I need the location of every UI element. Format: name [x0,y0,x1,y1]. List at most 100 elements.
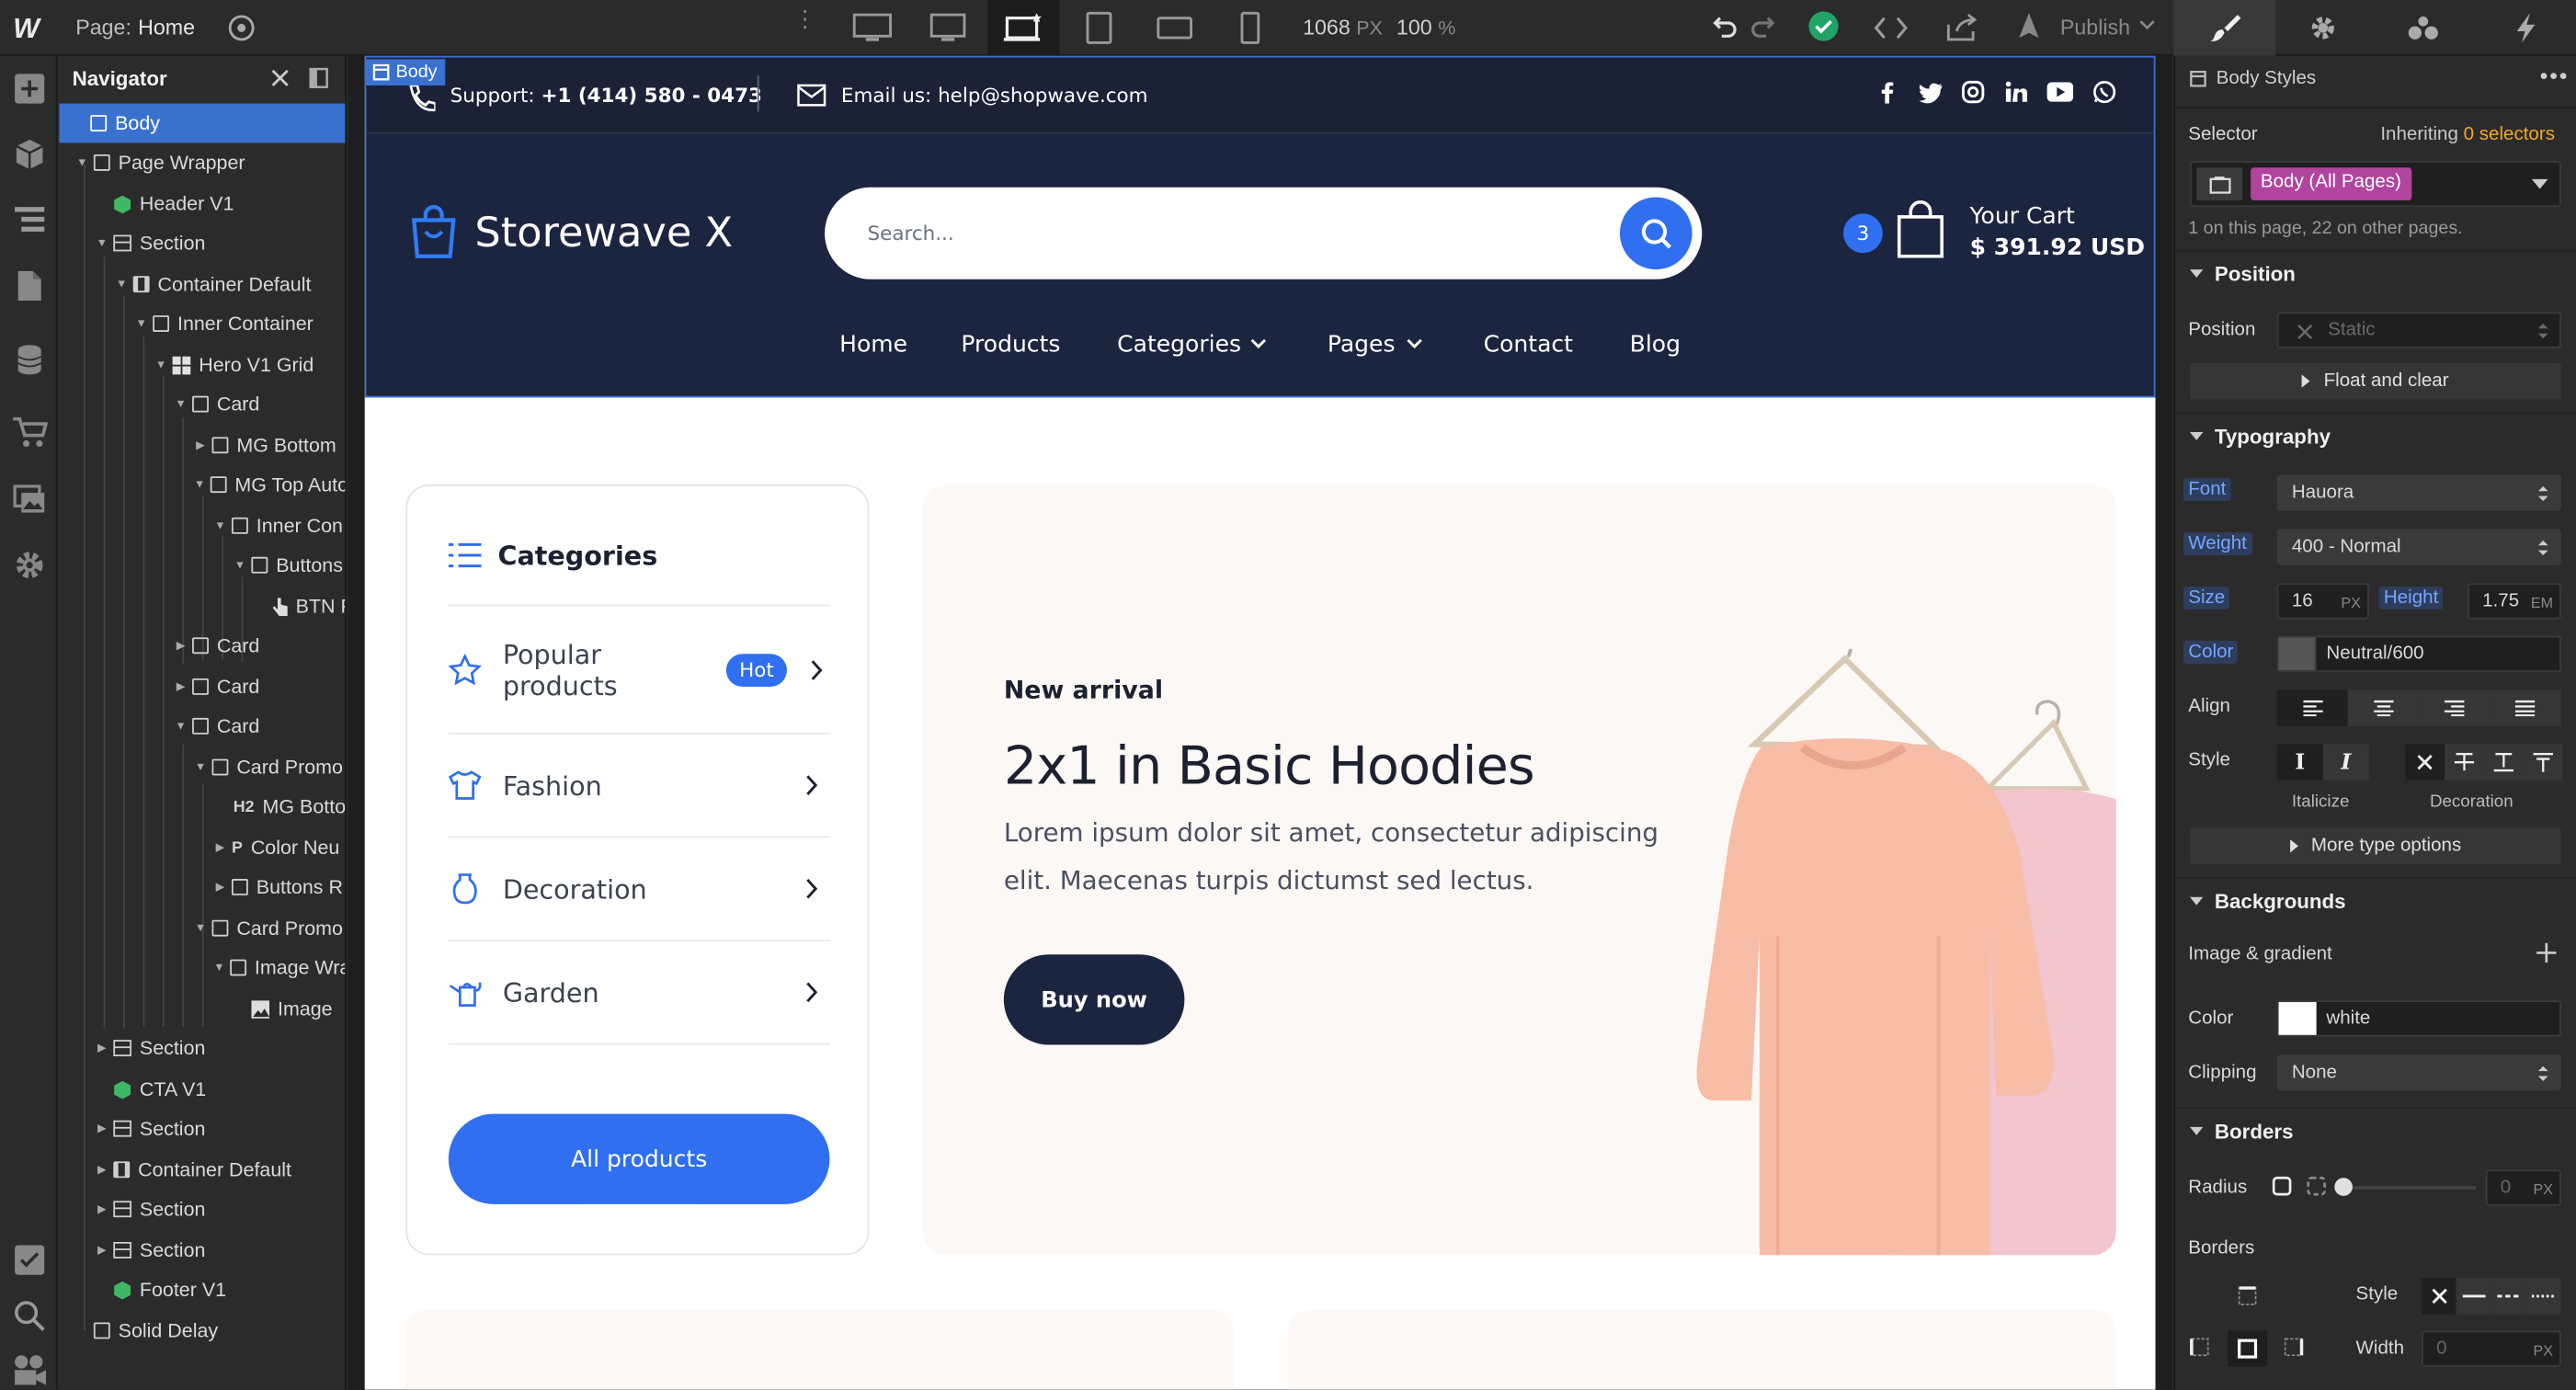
nav-item-mg-top-auto[interactable]: ▼ MG Top Auto [59,465,345,505]
border-left-icon[interactable] [2190,1338,2209,1357]
search-button[interactable] [1619,197,1693,270]
youtube-icon[interactable] [2046,82,2074,102]
nav-item-header-v1[interactable]: Header V1 [59,184,345,223]
selector-chip[interactable]: Body (All Pages) [2251,167,2411,201]
page-body[interactable]: Support: +1 (414) 580 - 0473 Email us: h… [364,55,2156,1390]
border-width-input[interactable]: 0 PX [2422,1330,2561,1367]
decoration-none-icon[interactable] [2405,744,2445,780]
bg-color-swatch[interactable] [2278,1002,2317,1035]
align-left-icon[interactable] [2276,689,2348,726]
settings-tab-gear-icon[interactable] [2307,12,2340,45]
linkedin-icon[interactable] [2004,81,2028,104]
nav-item-section-5[interactable]: ▶ Section [59,1230,345,1270]
nav-item-section-4[interactable]: ▶ Section [59,1190,345,1229]
interactions-tab-drops-icon[interactable] [2407,12,2440,45]
color-swatch[interactable] [2278,637,2317,671]
border-solid-icon[interactable] [2456,1278,2491,1315]
italic-on-icon[interactable]: I [2322,744,2369,780]
code-icon[interactable] [1873,13,1909,42]
add-panel-plus-icon[interactable] [10,69,50,108]
nav-home[interactable]: Home [839,332,907,359]
nav-item-buttons-r[interactable]: ▶ Buttons R [59,868,345,907]
desktop-l-icon[interactable] [912,0,985,56]
nav-item-container-default[interactable]: ▼ Container Default [59,265,345,304]
webflow-logo[interactable]: W [13,13,40,46]
support-phone[interactable]: +1 (414) 580 - 0473 [541,84,761,107]
nav-item-body[interactable]: Body [59,103,346,143]
twitter-icon[interactable] [1919,81,1943,104]
border-top-icon[interactable] [2238,1286,2257,1305]
cart-bag-icon[interactable] [1896,199,1945,258]
radius-input[interactable]: 0 PX [2485,1169,2561,1206]
shopping-bag-logo-icon[interactable] [409,204,459,260]
redo-icon[interactable] [1750,13,1779,42]
category-fashion[interactable]: Fashion [448,735,830,838]
nav-item-buttons[interactable]: ▼ Buttons [59,545,345,585]
nav-item-card[interactable]: ▼ Card [59,384,345,424]
nav-item-section[interactable]: ▼ Section [59,223,345,263]
strikethrough-icon[interactable] [2445,744,2484,780]
nav-item-section-3[interactable]: ▶ Section [59,1109,345,1148]
border-all-icon[interactable] [2228,1330,2268,1367]
border-dotted-icon[interactable] [2525,1278,2561,1315]
more-dots-icon[interactable]: ⋮ [793,6,816,29]
selector-style-icon[interactable] [2196,167,2243,201]
border-dashed-icon[interactable] [2491,1278,2525,1315]
nav-item-solid-delay[interactable]: Solid Delay [59,1311,345,1350]
nav-item-btn-p[interactable]: BTN P [59,587,345,626]
nav-item-inner-con[interactable]: ▼ Inner Con [59,506,345,545]
font-select[interactable]: Hauora [2276,474,2561,511]
nav-products[interactable]: Products [961,332,1060,359]
radius-slider-track[interactable] [2337,1186,2476,1190]
navigator-layers-icon[interactable] [10,200,50,240]
inheriting-info[interactable]: Inheriting 0 selectors [2380,125,2555,144]
ecommerce-cart-icon[interactable] [10,413,50,452]
nav-item-page-wrapper[interactable]: ▼ Page Wrapper [59,142,345,182]
align-center-icon[interactable] [2347,689,2419,726]
category-decoration[interactable]: Decoration [448,837,830,941]
size-input[interactable]: 16 PX [2276,583,2369,620]
position-section-header[interactable]: Position [2174,249,2576,296]
buy-now-button[interactable]: Buy now [1003,954,1185,1045]
nav-item-card-4[interactable]: ▼ Card [59,706,345,746]
backgrounds-section-header[interactable]: Backgrounds [2174,877,2576,923]
category-popular-products[interactable]: Popular products Hot [448,606,830,735]
border-style-none-icon[interactable] [2422,1278,2456,1315]
nav-item-mg-bottom-h2[interactable]: H2 MG Bottom [59,787,346,826]
search-input[interactable]: Search... [868,222,954,245]
nav-item-card-3[interactable]: ▶ Card [59,667,345,707]
pages-icon[interactable] [10,266,50,305]
float-clear-button[interactable]: Float and clear [2190,362,2561,400]
all-products-button[interactable]: All products [448,1113,830,1204]
selector-dropdown-icon[interactable] [2531,178,2548,189]
category-garden[interactable]: Garden [448,941,830,1045]
align-justify-icon[interactable] [2489,689,2561,726]
nav-item-cta-v1[interactable]: CTA V1 [59,1069,345,1109]
clipping-select[interactable]: None [2276,1054,2561,1091]
assets-images-icon[interactable] [10,480,50,519]
italic-off-icon[interactable]: I [2276,744,2323,780]
mobile-landscape-icon[interactable] [1138,0,1211,56]
desktop-xl-icon[interactable] [837,0,909,56]
navigator-close-icon[interactable] [271,69,290,87]
underline-icon[interactable] [2483,744,2524,780]
line-height-input[interactable]: 1.75 EM [2468,583,2561,620]
selector-field[interactable]: Body (All Pages) [2190,161,2561,208]
lightning-tab-icon[interactable] [2513,12,2540,45]
facebook-icon[interactable] [1876,81,1899,104]
email-value[interactable]: help@shopwave.com [938,84,1147,107]
style-tab-brush-icon[interactable] [2173,0,2275,56]
publish-rocket-icon[interactable] [2014,12,2044,41]
panel-more-icon[interactable]: ••• [2540,63,2570,89]
overline-icon[interactable] [2523,744,2563,780]
text-color-field[interactable]: Neutral/600 [2276,635,2561,672]
nav-item-image[interactable]: Image [59,989,345,1029]
search-bar[interactable]: Search... [825,187,1703,279]
bg-color-field[interactable]: white [2276,1000,2561,1037]
page-selector[interactable]: Home [138,15,195,40]
nav-contact[interactable]: Contact [1484,332,1573,359]
publish-chevron-down-icon[interactable] [2139,17,2156,33]
nav-item-section-2[interactable]: ▶ Section [59,1029,345,1068]
search-icon[interactable] [10,1296,50,1336]
nav-item-footer-v1[interactable]: Footer V1 [59,1270,345,1309]
